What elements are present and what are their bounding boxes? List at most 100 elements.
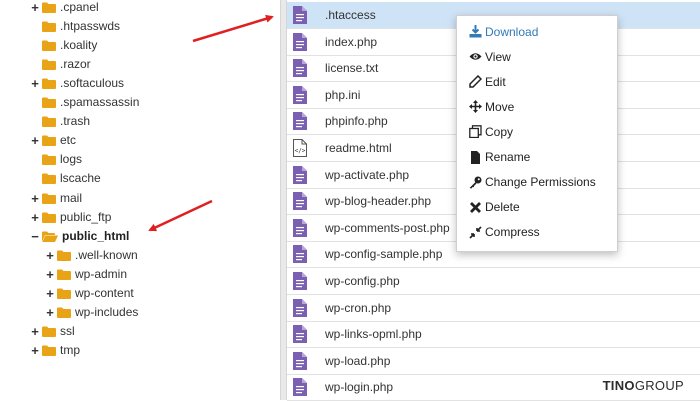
tree-item[interactable]: + wp-admin <box>45 265 127 284</box>
tree-item[interactable]: + wp-content <box>45 284 134 303</box>
menu-item-rename[interactable]: Rename <box>457 145 617 170</box>
expand-icon[interactable]: + <box>45 246 55 265</box>
tree-item-label: ssl <box>60 323 75 338</box>
tree-item[interactable]: + etc <box>30 131 76 150</box>
collapse-icon[interactable]: − <box>30 227 40 246</box>
file-name: index.php <box>325 34 378 49</box>
file-row[interactable]: wp-cron.php <box>287 295 700 322</box>
tree-item-label: wp-admin <box>75 266 128 281</box>
menu-item-label: Delete <box>485 200 520 215</box>
tree-item-label: .spamassassin <box>60 95 140 110</box>
menu-item-copy[interactable]: Copy <box>457 119 617 144</box>
file-name: wp-comments-post.php <box>325 220 450 235</box>
watermark-logo: TINOGROUP <box>603 378 684 393</box>
move-icon <box>469 100 482 114</box>
tree-item[interactable]: .razor <box>30 55 91 74</box>
file-icon <box>293 218 307 237</box>
file-icon <box>293 351 307 370</box>
pane-divider[interactable] <box>280 0 287 400</box>
file-icon <box>293 59 307 78</box>
tree-item-label: .trash <box>60 114 91 129</box>
folder-icon <box>42 212 56 223</box>
tree-item[interactable]: + tmp <box>30 341 80 360</box>
menu-item-label: Move <box>485 99 515 114</box>
tree-item[interactable]: .trash <box>30 112 90 131</box>
copy-icon <box>469 125 482 139</box>
tree-item[interactable]: + mail <box>30 189 82 208</box>
tree-item-label: .htpasswds <box>60 19 121 34</box>
file-icon <box>293 85 307 104</box>
expand-icon[interactable]: + <box>45 265 55 284</box>
menu-item-label: Edit <box>485 74 506 89</box>
menu-item-delete[interactable]: Delete <box>457 195 617 220</box>
tree-item[interactable]: + public_ftp <box>30 208 111 227</box>
menu-item-label: Rename <box>485 150 531 164</box>
file-name: .htaccess <box>325 8 376 22</box>
file-icon <box>293 378 307 397</box>
key-icon <box>469 176 482 189</box>
folder-icon <box>42 116 56 128</box>
folder-icon <box>57 307 71 318</box>
file-name: wp-config.php <box>325 274 400 288</box>
pencil-icon <box>469 75 483 88</box>
menu-item-label: Copy <box>485 124 514 139</box>
expand-icon[interactable]: + <box>30 189 40 208</box>
file-name: wp-cron.php <box>325 300 392 315</box>
folder-icon <box>57 269 71 280</box>
expand-icon[interactable]: + <box>30 74 40 93</box>
expand-icon[interactable]: + <box>45 303 55 322</box>
folder-tree: + .cpanel .htpasswds .koality .razor + .softac… <box>0 0 280 400</box>
tree-item[interactable]: + .cpanel <box>30 0 99 17</box>
menu-item-label: Change Permissions <box>485 175 596 190</box>
expand-icon[interactable]: + <box>30 131 40 150</box>
tree-item[interactable]: + .well-known <box>45 246 138 265</box>
tree-item[interactable]: lscache <box>30 169 101 188</box>
file-row[interactable]: wp-config.php <box>287 268 700 295</box>
download-icon <box>469 25 482 38</box>
menu-item-change-permissions[interactable]: Change Permissions <box>457 170 617 195</box>
file-icon <box>293 112 307 131</box>
folder-icon <box>42 154 56 166</box>
folder-icon <box>42 135 56 147</box>
expand-icon[interactable]: + <box>30 341 40 360</box>
file-icon <box>293 325 307 344</box>
file-icon <box>293 192 307 211</box>
menu-item-label: Compress <box>485 225 540 240</box>
tree-item[interactable]: + ssl <box>30 322 75 341</box>
html-file-icon: </> <box>293 139 307 157</box>
eye-icon <box>469 50 482 63</box>
file-icon <box>293 32 307 51</box>
file-row[interactable]: wp-load.php <box>287 348 700 375</box>
folder-icon <box>42 345 56 356</box>
tree-item[interactable]: + .softaculous <box>30 74 124 93</box>
tree-item[interactable]: + wp-includes <box>45 303 138 322</box>
tree-item-label: lscache <box>60 171 101 186</box>
file-name: wp-activate.php <box>325 167 410 182</box>
tree-item[interactable]: .htpasswds <box>30 17 120 36</box>
menu-item-compress[interactable]: Compress <box>457 220 617 245</box>
expand-icon[interactable]: + <box>30 0 40 17</box>
file-name: license.txt <box>325 61 379 76</box>
rename-icon <box>469 150 482 164</box>
expand-icon[interactable]: + <box>30 322 40 341</box>
file-icon <box>293 272 307 290</box>
menu-item-move[interactable]: Move <box>457 94 617 119</box>
folder-icon <box>42 326 56 337</box>
delete-icon <box>469 201 482 214</box>
watermark-suffix: GROUP <box>634 378 684 393</box>
menu-item-edit[interactable]: Edit <box>457 69 617 94</box>
expand-icon[interactable]: + <box>30 208 40 227</box>
file-name: wp-login.php <box>325 380 394 395</box>
folder-icon <box>42 21 56 33</box>
tree-item[interactable]: .koality <box>30 36 97 55</box>
expand-icon[interactable]: + <box>45 284 55 303</box>
folder-icon <box>42 2 56 13</box>
tree-item[interactable]: .spamassassin <box>30 93 139 112</box>
tree-item[interactable]: − public_html <box>30 227 129 246</box>
watermark-brand: TINO <box>602 378 635 393</box>
menu-item-view[interactable]: View <box>457 44 617 69</box>
menu-item-download[interactable]: Download <box>457 19 617 44</box>
tree-item[interactable]: logs <box>30 150 82 169</box>
file-name: php.ini <box>325 87 361 102</box>
file-row[interactable]: wp-links-opml.php <box>287 321 700 349</box>
